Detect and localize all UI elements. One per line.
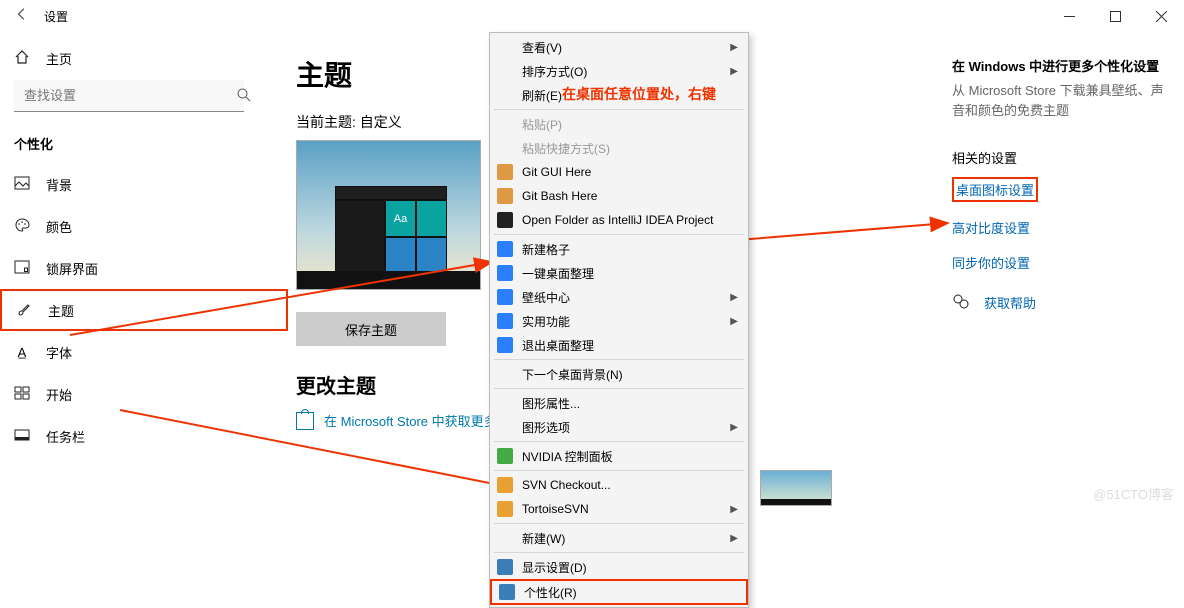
back-button[interactable] xyxy=(8,7,36,26)
ctx-item[interactable]: 图形属性... xyxy=(490,391,748,415)
ctx-item[interactable]: 图形选项▶ xyxy=(490,415,748,439)
sidebar-item-color[interactable]: 颜色 xyxy=(0,205,288,247)
nav-label: 颜色 xyxy=(46,217,72,236)
save-theme-button[interactable]: 保存主题 xyxy=(296,312,446,346)
minimize-button[interactable] xyxy=(1046,0,1092,32)
section-label: 个性化 xyxy=(0,126,288,163)
window-title: 设置 xyxy=(36,8,68,25)
ctx-item[interactable]: 粘贴快捷方式(S) xyxy=(490,136,748,160)
ctx-item[interactable]: 个性化(R) xyxy=(490,579,748,605)
ctx-item[interactable]: Open Folder as IntelliJ IDEA Project xyxy=(490,208,748,232)
brush-icon xyxy=(16,301,32,320)
ctx-item[interactable]: NVIDIA 控制面板 xyxy=(490,444,748,468)
nav-label: 背景 xyxy=(46,175,72,194)
ctx-item[interactable]: 新建(W)▶ xyxy=(490,526,748,550)
help-label: 获取帮助 xyxy=(984,293,1036,312)
ctx-item[interactable]: Git GUI Here xyxy=(490,160,748,184)
nav-label: 开始 xyxy=(46,385,72,404)
ctx-item[interactable]: 退出桌面整理 xyxy=(490,333,748,357)
watermark: @51CTO博客 xyxy=(1093,484,1174,503)
font-icon: A̲ xyxy=(14,345,30,360)
store-link-text: 在 Microsoft Store 中获取更多主 xyxy=(324,411,510,430)
rc-related-heading: 相关的设置 xyxy=(952,148,1166,167)
home-label: 主页 xyxy=(46,49,72,68)
link-high-contrast[interactable]: 高对比度设置 xyxy=(952,218,1166,237)
annotation-text: 在桌面任意位置处，右键 xyxy=(562,84,716,104)
ctx-item[interactable]: 实用功能▶ xyxy=(490,309,748,333)
theme-preview: Aa xyxy=(296,140,481,290)
ctx-item[interactable]: 一键桌面整理 xyxy=(490,261,748,285)
taskbar-icon xyxy=(14,427,30,446)
maximize-button[interactable] xyxy=(1092,0,1138,32)
nav-label: 锁屏界面 xyxy=(46,259,98,278)
right-column: 在 Windows 中进行更多个性化设置 从 Microsoft Store 下… xyxy=(952,32,1184,509)
sidebar-home[interactable]: 主页 xyxy=(0,40,288,76)
store-icon xyxy=(296,412,314,430)
ctx-item[interactable]: 新建格子 xyxy=(490,237,748,261)
sidebar: 主页 个性化 背景 颜色 锁屏界面 主题 A̲ 字体 开始 xyxy=(0,32,288,509)
nav-label: 任务栏 xyxy=(46,427,85,446)
close-button[interactable] xyxy=(1138,0,1184,32)
sidebar-item-taskbar[interactable]: 任务栏 xyxy=(0,415,288,457)
sidebar-item-start[interactable]: 开始 xyxy=(0,373,288,415)
sidebar-item-lockscreen[interactable]: 锁屏界面 xyxy=(0,247,288,289)
home-icon xyxy=(14,49,30,68)
ctx-item[interactable]: 排序方式(O)▶ xyxy=(490,59,748,83)
ctx-item[interactable]: 查看(V)▶ xyxy=(490,35,748,59)
lock-frame-icon xyxy=(14,259,30,278)
preview-aa: Aa xyxy=(385,200,416,237)
context-menu: 查看(V)▶排序方式(O)▶刷新(E)粘贴(P)粘贴快捷方式(S)Git GUI… xyxy=(489,32,749,608)
sidebar-item-font[interactable]: A̲ 字体 xyxy=(0,331,288,373)
help-icon xyxy=(952,292,970,313)
ctx-item[interactable]: Git Bash Here xyxy=(490,184,748,208)
ctx-item[interactable]: 粘贴(P) xyxy=(490,112,748,136)
palette-icon xyxy=(14,217,30,236)
window-controls xyxy=(1046,0,1184,32)
search-icon xyxy=(236,87,252,108)
ctx-item[interactable]: TortoiseSVN▶ xyxy=(490,497,748,521)
start-icon xyxy=(14,385,30,404)
nav-label: 主题 xyxy=(48,301,74,320)
rc-subtext: 从 Microsoft Store 下载兼具壁纸、声音和颜色的免费主题 xyxy=(952,81,1166,120)
nav-label: 字体 xyxy=(46,343,72,362)
sidebar-item-theme[interactable]: 主题 xyxy=(0,289,288,331)
ctx-item[interactable]: 壁纸中心▶ xyxy=(490,285,748,309)
search-input[interactable] xyxy=(14,80,244,112)
picture-icon xyxy=(14,175,30,194)
link-desktop-icon-settings[interactable]: 桌面图标设置 xyxy=(952,177,1038,202)
ctx-item[interactable]: 下一个桌面背景(N) xyxy=(490,362,748,386)
get-help[interactable]: 获取帮助 xyxy=(952,292,1166,313)
link-sync-settings[interactable]: 同步你的设置 xyxy=(952,253,1166,272)
titlebar: 设置 xyxy=(0,0,1184,32)
sidebar-item-background[interactable]: 背景 xyxy=(0,163,288,205)
ctx-item[interactable]: 显示设置(D) xyxy=(490,555,748,579)
rc-heading: 在 Windows 中进行更多个性化设置 xyxy=(952,56,1166,75)
ctx-item[interactable]: SVN Checkout... xyxy=(490,473,748,497)
theme-thumbnail[interactable] xyxy=(760,470,832,506)
